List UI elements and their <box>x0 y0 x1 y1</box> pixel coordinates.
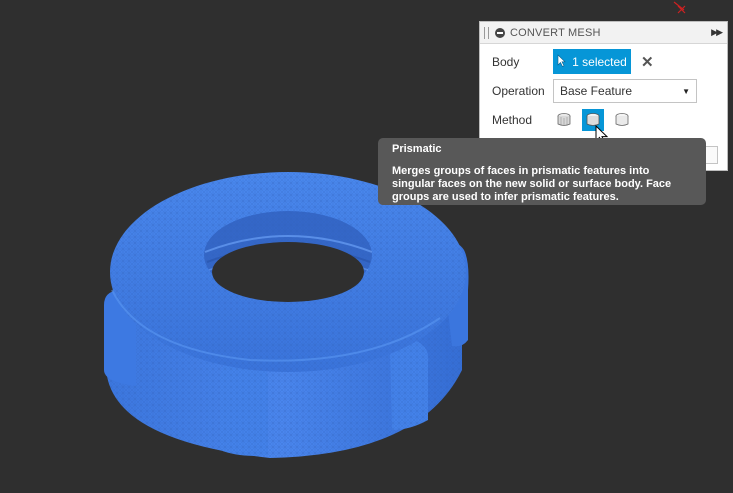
tooltip-body: Merges groups of faces in prismatic feat… <box>392 165 692 204</box>
dialog-header[interactable]: CONVERT MESH ▶▶ <box>480 22 727 44</box>
operation-row: Operation Base Feature ▼ <box>492 79 697 103</box>
clear-selection-icon[interactable]: ✕ <box>641 53 654 71</box>
tooltip-line: Merges groups of faces in prismatic feat… <box>392 165 650 177</box>
method-row: Method <box>492 109 640 131</box>
ok-button-partial[interactable] <box>704 146 718 164</box>
tooltip-line: groups are used to infer prismatic featu… <box>392 191 619 203</box>
pointer-icon <box>557 54 566 69</box>
drag-handle-icon[interactable] <box>484 26 489 39</box>
tooltip-title: Prismatic <box>392 143 442 155</box>
organic-cylinder-icon <box>615 113 629 126</box>
method-label: Method <box>492 113 533 127</box>
chevron-down-icon: ▼ <box>682 86 690 96</box>
method-faceted-button[interactable] <box>553 109 575 131</box>
method-tooltip: Prismatic Merges groups of faces in pris… <box>378 138 706 205</box>
tooltip-line: singular faces on the new solid or surfa… <box>392 178 672 190</box>
dialog-title: CONVERT MESH <box>510 26 601 39</box>
faceted-cylinder-icon <box>557 113 571 126</box>
axis-x-icon <box>673 1 686 14</box>
method-organic-button[interactable] <box>611 109 633 131</box>
collapse-icon[interactable] <box>495 27 505 38</box>
body-row: Body 1 selected ✕ <box>492 49 654 74</box>
body-selection-text: 1 selected <box>572 54 627 69</box>
expand-forward-icon[interactable]: ▶▶ <box>711 27 723 38</box>
body-label: Body <box>492 54 520 69</box>
operation-value: Base Feature <box>560 84 633 98</box>
operation-label: Operation <box>492 84 545 98</box>
body-select-button[interactable]: 1 selected <box>553 49 631 74</box>
operation-dropdown[interactable]: Base Feature ▼ <box>553 79 697 103</box>
